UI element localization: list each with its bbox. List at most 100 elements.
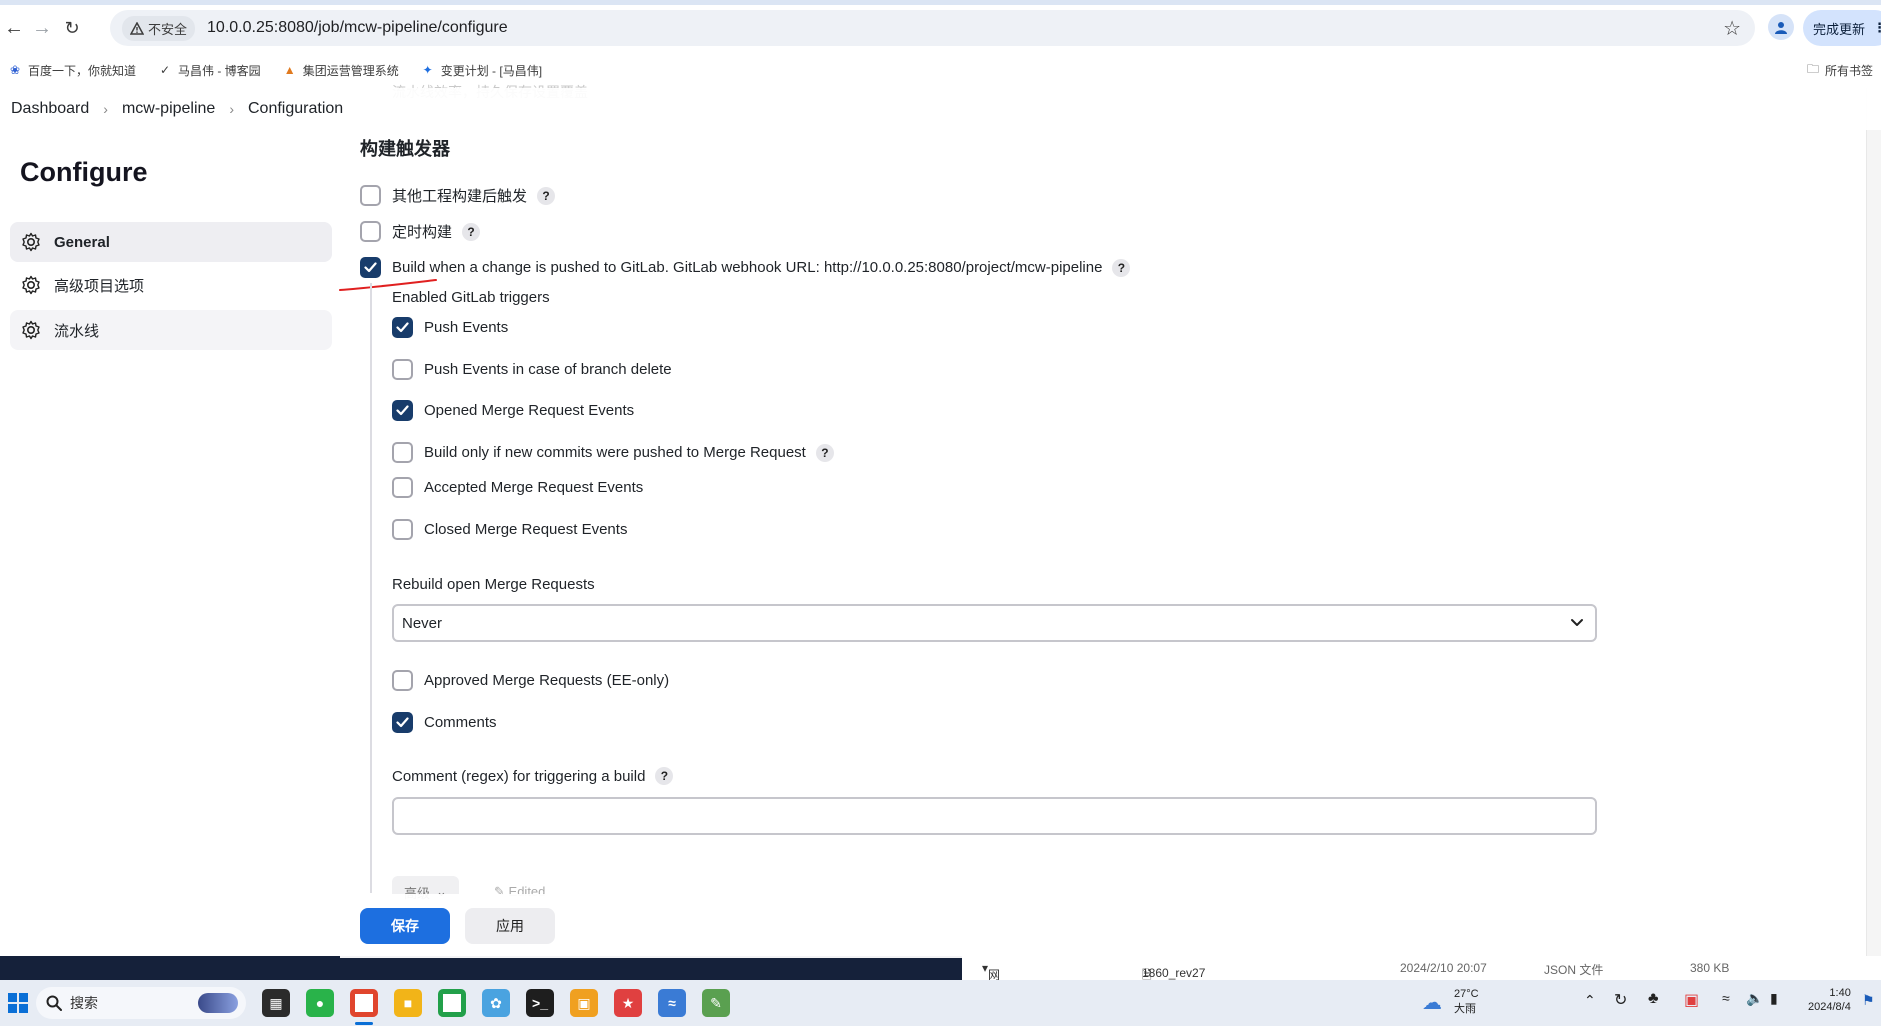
app-icon[interactable]: ✿ bbox=[482, 989, 510, 1017]
help-icon[interactable]: ? bbox=[1112, 258, 1131, 277]
taskbar-search[interactable]: 搜索 bbox=[36, 987, 246, 1019]
security-indicator[interactable]: 不安全 bbox=[122, 15, 196, 41]
clock-date: 2024/8/4 bbox=[1808, 1001, 1851, 1013]
wifi-icon[interactable]: ≈ bbox=[1722, 990, 1730, 1006]
app-icon[interactable]: ★ bbox=[614, 989, 642, 1017]
option-opened-mr: Opened Merge Request Events bbox=[392, 400, 634, 421]
all-bookmarks[interactable]: 🗀 所有书签 bbox=[1799, 55, 1881, 85]
profile-icon[interactable] bbox=[1768, 14, 1794, 40]
checkbox-label[interactable]: Closed Merge Request Events bbox=[424, 521, 627, 538]
checkbox-label[interactable]: Push Events bbox=[424, 319, 508, 336]
checkbox[interactable] bbox=[392, 712, 413, 733]
sidebar-item-label: 流水线 bbox=[54, 322, 100, 340]
rebuild-select[interactable]: Never bbox=[392, 604, 1597, 642]
sidebar-item-advanced[interactable]: 高级项目选项 bbox=[10, 265, 332, 305]
app-icon[interactable]: ✎ bbox=[702, 989, 730, 1017]
breadcrumb-dashboard[interactable]: Dashboard bbox=[11, 100, 89, 118]
sidebar-item-general[interactable]: General bbox=[10, 222, 332, 262]
file-explorer-icon[interactable]: ■ bbox=[394, 989, 422, 1017]
checkbox-label[interactable]: Comments bbox=[424, 714, 497, 731]
checkbox-label[interactable]: Push Events in case of branch delete bbox=[424, 361, 672, 378]
url-text[interactable]: 10.0.0.25:8080/job/mcw-pipeline/configur… bbox=[207, 19, 508, 37]
save-button[interactable]: 保存 bbox=[360, 908, 450, 944]
checkbox-label[interactable]: Build when a change is pushed to GitLab.… bbox=[392, 259, 1102, 276]
checkbox[interactable] bbox=[392, 317, 413, 338]
breadcrumb-job[interactable]: mcw-pipeline bbox=[122, 100, 215, 118]
checkbox[interactable] bbox=[392, 670, 413, 691]
checkbox[interactable] bbox=[360, 221, 381, 242]
volume-muted-icon[interactable]: 🔈 bbox=[1746, 990, 1763, 1007]
chrome-alt-icon[interactable] bbox=[438, 989, 466, 1017]
update-label: 完成更新 bbox=[1813, 21, 1866, 37]
enabled-triggers-label: Enabled GitLab triggers bbox=[392, 289, 550, 306]
address-bar[interactable]: 不安全 10.0.0.25:8080/job/mcw-pipeline/conf… bbox=[110, 10, 1755, 46]
wechat-icon[interactable]: ● bbox=[306, 989, 334, 1017]
weather-icon[interactable]: ☁ bbox=[1422, 990, 1442, 1015]
notification-bell-icon[interactable]: ⚑ bbox=[1862, 992, 1875, 1009]
checkbox-label[interactable]: Accepted Merge Request Events bbox=[424, 479, 643, 496]
option-closed-mr: Closed Merge Request Events bbox=[392, 519, 627, 540]
help-icon[interactable]: ? bbox=[655, 767, 674, 785]
system-icon: ▲ bbox=[283, 63, 296, 77]
checkbox[interactable] bbox=[360, 185, 381, 206]
search-highlight-icon bbox=[198, 993, 238, 1013]
star-icon[interactable]: ☆ bbox=[1723, 16, 1741, 41]
taskbar: 搜索 ▦ ● ■ ✿ >_ ▣ ★ ≈ ✎ ☁ 27°C 大雨 ⌃ ↻ ♣ ▣ … bbox=[0, 980, 1881, 1026]
comment-regex-input[interactable] bbox=[392, 797, 1597, 835]
breadcrumb-configuration[interactable]: Configuration bbox=[248, 100, 343, 118]
windows-start-icon[interactable] bbox=[8, 993, 28, 1013]
menu-dots-icon[interactable]: ⋮ bbox=[1873, 20, 1881, 36]
checkbox-label[interactable]: Build only if new commits were pushed to… bbox=[424, 444, 806, 461]
checkbox-label[interactable]: Opened Merge Request Events bbox=[424, 402, 634, 419]
option-approved-mr: Approved Merge Requests (EE-only) bbox=[392, 670, 669, 691]
chevron-up-icon[interactable]: ⌃ bbox=[1584, 992, 1596, 1009]
app-icon[interactable]: ▣ bbox=[570, 989, 598, 1017]
clock[interactable]: 1:40 2024/8/4 bbox=[1808, 986, 1851, 1014]
tab-strip bbox=[0, 0, 1881, 5]
checkbox[interactable] bbox=[360, 257, 381, 278]
update-button[interactable]: 完成更新 ⋮ bbox=[1803, 10, 1881, 46]
baidu-icon: ❀ bbox=[9, 63, 21, 77]
checkbox-label[interactable]: Approved Merge Requests (EE-only) bbox=[424, 672, 669, 689]
reload-icon[interactable]: ↻ bbox=[58, 14, 86, 42]
bookmark-item[interactable]: ❀ 百度一下，你就知道 bbox=[8, 62, 136, 79]
jira-icon: ✦ bbox=[422, 63, 433, 77]
bookmark-item[interactable]: ▲ 集团运营管理系统 bbox=[283, 62, 399, 79]
checkbox[interactable] bbox=[392, 477, 413, 498]
checkbox[interactable] bbox=[392, 442, 413, 463]
checkbox[interactable] bbox=[392, 400, 413, 421]
comment-regex-label: Comment (regex) for triggering a build bbox=[392, 767, 646, 785]
task-view-icon[interactable]: ▦ bbox=[262, 989, 290, 1017]
back-icon[interactable]: ← bbox=[0, 14, 28, 42]
ime-icon[interactable]: ▣ bbox=[1684, 990, 1699, 1010]
scrollbar[interactable] bbox=[1866, 88, 1881, 956]
app-tray-icon[interactable]: ♣ bbox=[1648, 990, 1659, 1008]
trigger-gitlab-row: Build when a change is pushed to GitLab.… bbox=[360, 257, 1131, 278]
blog-icon: ✓ bbox=[159, 63, 171, 77]
apply-button[interactable]: 应用 bbox=[465, 908, 555, 944]
trigger-timer-row: 定时构建 ? bbox=[360, 221, 481, 242]
warning-icon bbox=[130, 21, 144, 35]
terminal-icon[interactable]: >_ bbox=[526, 989, 554, 1017]
weather-widget[interactable]: 27°C 大雨 bbox=[1454, 988, 1479, 1016]
battery-icon[interactable]: ▮ bbox=[1770, 990, 1778, 1007]
checkbox[interactable] bbox=[392, 359, 413, 380]
monitor-icon[interactable]: ≈ bbox=[658, 989, 686, 1017]
forward-icon[interactable]: → bbox=[28, 14, 56, 42]
bookmark-item[interactable]: ✓ 马昌伟 - 博客园 bbox=[158, 62, 261, 79]
sync-icon[interactable]: ↻ bbox=[1614, 990, 1627, 1010]
option-new-commits-mr: Build only if new commits were pushed to… bbox=[392, 442, 834, 463]
bookmark-item[interactable]: ✦ 变更计划 - [马昌伟] bbox=[421, 62, 542, 79]
option-push-branch-delete: Push Events in case of branch delete bbox=[392, 359, 672, 380]
checkbox-label[interactable]: 定时构建 bbox=[392, 221, 452, 242]
help-icon[interactable]: ? bbox=[537, 186, 556, 205]
file-explorer-row[interactable]: ▾ 网络 🖹 1860_rev27 (1).json 2024/2/10 20:… bbox=[962, 956, 1881, 999]
help-icon[interactable]: ? bbox=[462, 222, 481, 241]
help-icon[interactable]: ? bbox=[815, 443, 834, 462]
checkbox[interactable] bbox=[392, 519, 413, 540]
checkbox-label[interactable]: 其他工程构建后触发 bbox=[392, 185, 527, 206]
weather-desc: 大雨 bbox=[1454, 1003, 1476, 1015]
network-folder[interactable]: ▾ 网络 bbox=[982, 961, 1000, 999]
chrome-icon[interactable] bbox=[350, 989, 378, 1017]
sidebar-item-pipeline[interactable]: 流水线 bbox=[10, 310, 332, 350]
